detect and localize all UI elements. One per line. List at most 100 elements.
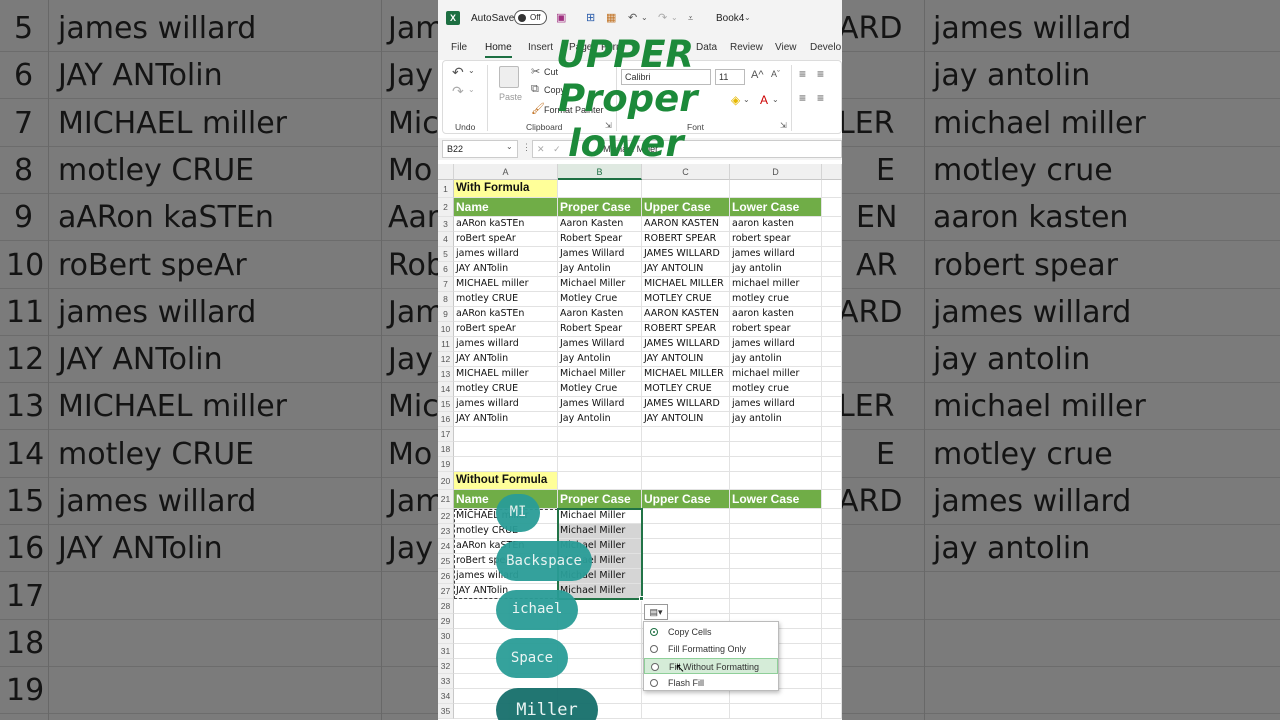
data-cell[interactable]: AARON KASTEN	[642, 307, 730, 322]
grid-cell[interactable]	[558, 629, 642, 644]
grid-cell[interactable]	[558, 674, 642, 689]
column-title[interactable]: Name	[454, 198, 558, 217]
data-cell[interactable]: JAY ANTOLIN	[642, 262, 730, 277]
row-header[interactable]: 35	[438, 704, 454, 719]
row-header[interactable]: 6	[438, 262, 454, 277]
fill-without-formatting-option[interactable]: Fill Without Formatting	[644, 658, 778, 674]
grid-cell[interactable]	[454, 457, 558, 472]
chevron-down-icon[interactable]: ⌄	[744, 13, 751, 22]
row-header[interactable]: 4	[438, 232, 454, 247]
column-title[interactable]: Upper Case	[642, 490, 730, 509]
row-header[interactable]: 27	[438, 584, 454, 599]
grid-cell[interactable]	[822, 554, 842, 569]
paste-icon[interactable]	[499, 66, 519, 88]
grid-cell[interactable]	[558, 659, 642, 674]
grid-cell[interactable]	[730, 584, 822, 599]
grid-cell[interactable]	[642, 554, 730, 569]
data-cell[interactable]: JAY ANTolin	[454, 352, 558, 367]
column-title[interactable]: Lower Case	[730, 490, 822, 509]
data-cell[interactable]: james willard	[730, 337, 822, 352]
chevron-down-icon[interactable]: ⌄	[743, 95, 750, 104]
row-header[interactable]: 16	[438, 412, 454, 427]
table-title[interactable]: Without Formula	[454, 472, 558, 490]
grid-cell[interactable]	[822, 659, 842, 674]
grid-cell[interactable]	[822, 337, 842, 352]
grid-cell[interactable]	[558, 472, 642, 490]
align-left-icon[interactable]: ≡	[799, 91, 806, 105]
dialog-launcher-icon[interactable]: ⇲	[780, 121, 787, 130]
row-header[interactable]: 31	[438, 644, 454, 659]
grid-cell[interactable]	[730, 442, 822, 457]
column-header-extra[interactable]	[822, 164, 842, 180]
grid-cell[interactable]	[730, 472, 822, 490]
grid-cell[interactable]	[730, 599, 822, 614]
redo-icon[interactable]: ↷	[658, 11, 667, 24]
grid-cell[interactable]	[730, 704, 822, 719]
row-header[interactable]: 18	[438, 442, 454, 457]
data-cell[interactable]: james willard	[454, 397, 558, 412]
data-cell[interactable]: Jay Antolin	[558, 352, 642, 367]
row-header[interactable]: 21	[438, 490, 454, 509]
grid-cell[interactable]	[642, 180, 730, 198]
row-header[interactable]: 15	[438, 397, 454, 412]
data-cell[interactable]: aARon kaSTEn	[454, 307, 558, 322]
grid-cell[interactable]	[730, 539, 822, 554]
scissors-icon[interactable]: ✂	[531, 65, 540, 78]
data-cell[interactable]: ROBERT SPEAR	[642, 322, 730, 337]
column-title[interactable]: Proper Case	[558, 198, 642, 217]
decrease-font-icon[interactable]: Aˇ	[771, 69, 780, 79]
customize-qat-icon[interactable]: ⩡	[688, 13, 693, 24]
grid-cell[interactable]	[454, 442, 558, 457]
chevron-down-icon[interactable]: ⌄	[772, 95, 779, 104]
row-header[interactable]: 14	[438, 382, 454, 397]
tab-review[interactable]: Review	[730, 42, 763, 53]
grid-cell[interactable]	[730, 427, 822, 442]
fill-formatting-only-option[interactable]: Fill Formatting Only	[644, 641, 778, 657]
grid-cell[interactable]	[730, 524, 822, 539]
data-cell[interactable]: JAMES WILLARD	[642, 397, 730, 412]
data-cell[interactable]: Jay Antolin	[558, 262, 642, 277]
grid-cell[interactable]	[822, 352, 842, 367]
redo-icon[interactable]: ↷	[452, 83, 464, 100]
data-cell[interactable]: JAY ANTOLIN	[642, 412, 730, 427]
data-cell[interactable]: Aaron Kasten	[558, 307, 642, 322]
grid-cell[interactable]	[822, 232, 842, 247]
grid-cell[interactable]	[822, 180, 842, 198]
grid-cell[interactable]	[454, 427, 558, 442]
data-cell[interactable]: MOTLEY CRUE	[642, 382, 730, 397]
grid-cell[interactable]	[642, 584, 730, 599]
grid-cell[interactable]	[822, 382, 842, 397]
data-cell[interactable]: MICHAEL MILLER	[642, 277, 730, 292]
flash-fill-option[interactable]: Flash Fill	[644, 675, 778, 691]
row-header[interactable]: 26	[438, 569, 454, 584]
grid-cell[interactable]	[642, 442, 730, 457]
grid-cell[interactable]	[822, 689, 842, 704]
data-cell[interactable]: AARON KASTEN	[642, 217, 730, 232]
data-cell[interactable]: robert spear	[730, 322, 822, 337]
row-header[interactable]: 5	[438, 247, 454, 262]
copy-cells-option[interactable]: Copy Cells	[644, 624, 778, 640]
data-cell[interactable]: michael miller	[730, 277, 822, 292]
column-title[interactable]: Upper Case	[642, 198, 730, 217]
data-cell[interactable]: michael miller	[730, 367, 822, 382]
grid-cell[interactable]	[558, 442, 642, 457]
grid-cell[interactable]	[642, 427, 730, 442]
data-cell[interactable]: roBert speAr	[454, 232, 558, 247]
data-cell[interactable]: Jay Antolin	[558, 412, 642, 427]
data-cell[interactable]: aaron kasten	[730, 217, 822, 232]
grid-cell[interactable]	[642, 472, 730, 490]
grid-cell[interactable]	[822, 569, 842, 584]
data-cell[interactable]: james willard	[454, 337, 558, 352]
font-color-icon[interactable]: A	[760, 93, 768, 107]
data-cell[interactable]: MICHAEL MILLER	[642, 367, 730, 382]
tab-insert[interactable]: Insert	[528, 42, 553, 53]
grid-cell[interactable]	[822, 247, 842, 262]
data-cell[interactable]: aaron kasten	[730, 307, 822, 322]
grid-cell[interactable]	[822, 472, 842, 490]
grid-cell[interactable]	[642, 509, 730, 524]
row-header[interactable]: 19	[438, 457, 454, 472]
row-header[interactable]: 28	[438, 599, 454, 614]
data-cell[interactable]: motley crue	[730, 382, 822, 397]
align-top-icon[interactable]: ≡	[799, 67, 806, 81]
data-cell[interactable]: Motley Crue	[558, 292, 642, 307]
